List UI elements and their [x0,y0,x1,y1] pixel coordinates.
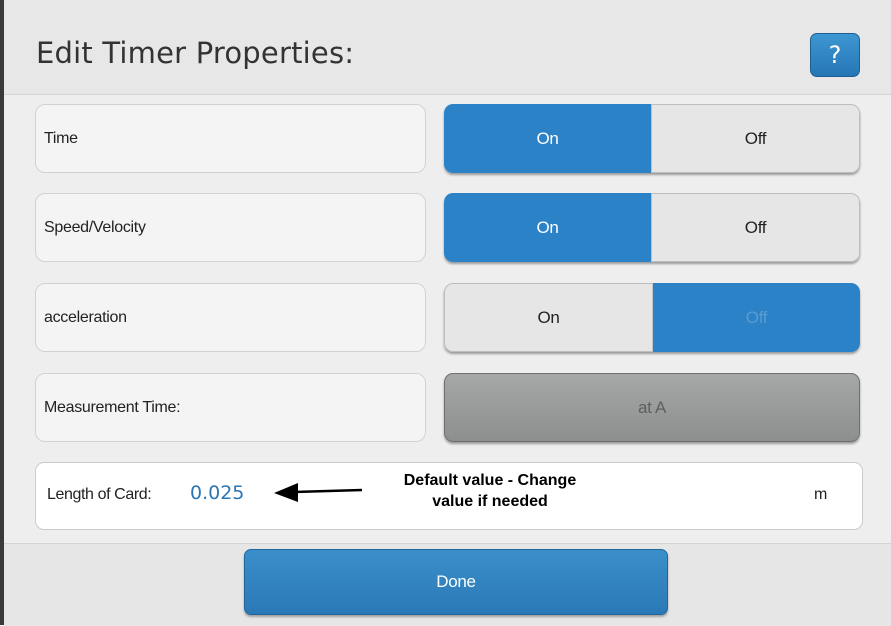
measurement-time-label: Measurement Time: [44,398,181,416]
time-off-button[interactable]: Off [651,104,860,173]
done-button[interactable]: Done [244,549,668,615]
title-bar: Edit Timer Properties: ? [4,0,891,95]
measurement-time-label-box: Measurement Time: [35,373,426,442]
time-label: Time [44,129,78,147]
time-label-box: Time [35,104,426,173]
length-of-card-value[interactable]: 0.025 [190,482,244,504]
speed-velocity-label: Speed/Velocity [44,218,146,236]
speed-velocity-on-button[interactable]: On [444,193,651,262]
speed-velocity-label-box: Speed/Velocity [35,193,426,262]
acceleration-toggle[interactable]: On Off [444,283,860,352]
question-mark-icon: ? [828,41,842,69]
length-of-card-label: Length of Card: [47,486,152,503]
acceleration-label: acceleration [44,308,127,326]
annotation-line-2: value if needed [432,493,548,510]
acceleration-off-button[interactable]: Off [653,283,860,352]
annotation-callout: Default value - Change value if needed [356,470,624,512]
measurement-time-select[interactable]: at A [444,373,860,442]
time-toggle[interactable]: On Off [444,104,860,173]
acceleration-on-button[interactable]: On [444,283,653,352]
speed-velocity-off-button[interactable]: Off [651,193,860,262]
dialog-title: Edit Timer Properties: [36,36,355,70]
help-button[interactable]: ? [810,33,860,77]
annotation-line-1: Default value - Change [403,472,577,489]
annotation-arrow-icon [274,483,363,502]
speed-velocity-toggle[interactable]: On Off [444,193,860,262]
edit-timer-dialog: Edit Timer Properties: ? Time On Off Spe… [0,0,891,626]
time-on-button[interactable]: On [444,104,651,173]
acceleration-label-box: acceleration [35,283,426,352]
length-unit-label: m [814,486,828,503]
